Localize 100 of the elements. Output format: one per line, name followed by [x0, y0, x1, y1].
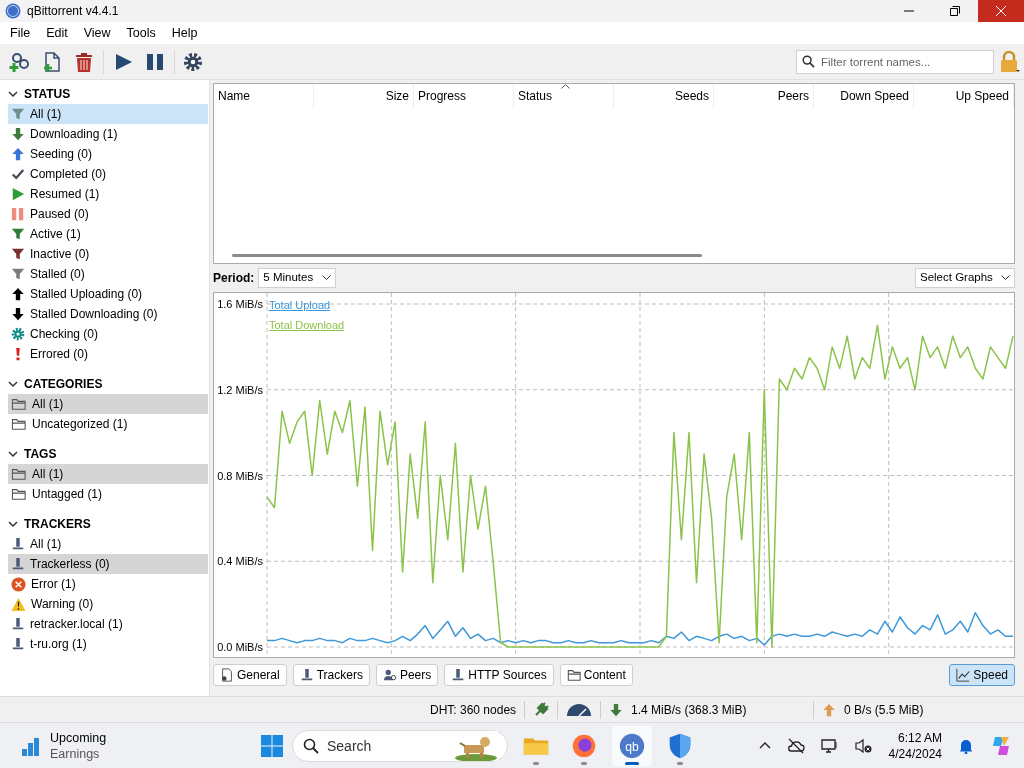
chevron-icon[interactable] — [8, 89, 18, 99]
folder-icon — [11, 467, 27, 481]
axis-tick-label: 0.4 MiB/s — [217, 555, 263, 568]
filter-item[interactable]: Paused (0) — [8, 204, 208, 224]
filter-item[interactable]: Seeding (0) — [8, 144, 208, 164]
filter-item[interactable]: Downloading (1) — [8, 124, 208, 144]
caret-icon — [322, 275, 332, 281]
filter-item[interactable]: Errored (0) — [8, 344, 208, 364]
filter-item[interactable]: All (1) — [8, 104, 208, 124]
pin-icon — [11, 617, 25, 631]
up-arrow-icon — [11, 147, 25, 161]
period-dropdown[interactable]: 5 Minutes — [258, 268, 337, 288]
plug-icon — [533, 701, 550, 718]
filter-item[interactable]: Warning (0) — [8, 594, 208, 614]
filter-item[interactable]: Completed (0) — [8, 164, 208, 184]
column-header[interactable]: Name — [214, 84, 314, 108]
clock-date[interactable]: 4/24/2024 — [888, 745, 942, 762]
section-header: TAGS — [24, 446, 57, 463]
column-header[interactable]: Up Speed — [914, 84, 1014, 108]
filter-item[interactable]: Stalled (0) — [8, 264, 208, 284]
filter-item[interactable]: Uncategorized (1) — [8, 414, 208, 434]
menu-item[interactable]: View — [75, 23, 119, 43]
pin-icon — [11, 537, 25, 551]
column-header[interactable]: Seeds — [614, 84, 714, 108]
speaker-muted-icon — [854, 737, 873, 754]
menu-item[interactable]: Tools — [118, 23, 164, 43]
pause-icon — [11, 207, 25, 221]
down-arrow-icon — [609, 702, 624, 717]
error-icon — [11, 576, 26, 592]
axis-tick-label: 1.2 MiB/s — [217, 383, 263, 396]
filter-item[interactable]: Active (1) — [8, 224, 208, 244]
filter-item[interactable]: Stalled Downloading (0) — [8, 304, 208, 324]
widget-title[interactable]: Upcoming — [50, 729, 107, 746]
filter-item[interactable]: retracker.local (1) — [8, 614, 208, 634]
app-logo-icon — [5, 3, 21, 19]
chevron-icon[interactable] — [8, 519, 18, 529]
folder-icon — [566, 668, 581, 682]
filter-item[interactable]: t-ru.org (1) — [8, 634, 208, 654]
cloud-off-icon — [786, 737, 805, 754]
axis-tick-label: 0.0 MiB/s — [217, 641, 263, 653]
column-header[interactable]: Status — [514, 84, 614, 108]
pin-icon — [451, 668, 466, 682]
sort-caret-icon — [561, 84, 570, 89]
menu-item[interactable]: File — [2, 23, 39, 43]
speedometer-icon — [566, 702, 593, 717]
folder-icon — [11, 487, 27, 501]
tab[interactable]: General — [213, 664, 287, 686]
filter-item[interactable]: All (1) — [8, 464, 208, 484]
download-speed: 1.4 MiB/s (368.3 MiB) — [631, 701, 747, 719]
filter-item[interactable]: Trackerless (0) — [8, 554, 208, 574]
filter-item[interactable]: Checking (0) — [8, 324, 208, 344]
section-header: TRACKERS — [24, 516, 91, 533]
period-label: Period: — [213, 270, 255, 287]
tab[interactable]: Trackers — [292, 664, 370, 686]
filter-item[interactable]: Error (1) — [8, 574, 208, 594]
tab[interactable]: HTTP Sources — [444, 664, 554, 686]
filter-item[interactable]: Inactive (0) — [8, 244, 208, 264]
section-header: CATEGORIES — [24, 376, 103, 393]
play-icon — [11, 187, 25, 201]
column-header[interactable]: Peers — [714, 84, 814, 108]
filter-item[interactable]: Untagged (1) — [8, 484, 208, 504]
check-icon — [11, 167, 25, 181]
menu-item[interactable]: Help — [163, 23, 206, 43]
caret-icon — [1001, 275, 1010, 281]
tab[interactable]: Content — [559, 664, 633, 686]
column-header[interactable]: Progress — [414, 84, 514, 108]
start-icon[interactable] — [260, 733, 284, 758]
tab[interactable]: Speed — [949, 664, 1015, 686]
funnel-icon — [11, 247, 25, 261]
down-arrow-icon — [11, 127, 25, 141]
up-arrow-icon — [822, 702, 837, 717]
graphs-dropdown[interactable]: Select Graphs — [915, 268, 1015, 288]
tab[interactable]: Peers — [375, 664, 439, 686]
section-header: STATUS — [24, 86, 71, 103]
column-header[interactable]: Size — [314, 84, 414, 108]
column-header[interactable]: Down Speed — [814, 84, 914, 108]
chevron-icon[interactable] — [8, 449, 18, 459]
upload-speed: 0 B/s (5.5 MiB) — [844, 701, 924, 719]
filter-item[interactable]: All (1) — [8, 534, 208, 554]
funnel-icon — [11, 227, 25, 241]
clock-time[interactable]: 6:12 AM — [897, 729, 942, 746]
folder-icon — [11, 397, 27, 411]
axis-tick-label: 0.8 MiB/s — [217, 469, 263, 482]
window-title: qBittorrent v4.4.1 — [27, 3, 119, 20]
filter-item[interactable]: Resumed (1) — [8, 184, 208, 204]
warning-icon — [11, 596, 26, 612]
up-arrow-icon — [11, 287, 25, 301]
filter-item[interactable]: Stalled Uploading (0) — [8, 284, 208, 304]
chevron-icon[interactable] — [8, 379, 18, 389]
folder-icon — [11, 417, 27, 431]
close-icon — [996, 6, 1006, 16]
chart-icon — [956, 668, 971, 682]
scrollbar-thumb[interactable] — [232, 254, 702, 257]
pin-icon — [11, 637, 25, 651]
widget-subtitle: Earnings — [50, 745, 101, 762]
monitor-icon — [820, 737, 839, 754]
menu-item[interactable]: Edit — [38, 23, 76, 43]
bell-icon — [958, 737, 974, 754]
filter-item[interactable]: All (1) — [8, 394, 208, 414]
filter-field[interactable]: Filter torrent names... — [796, 49, 994, 74]
